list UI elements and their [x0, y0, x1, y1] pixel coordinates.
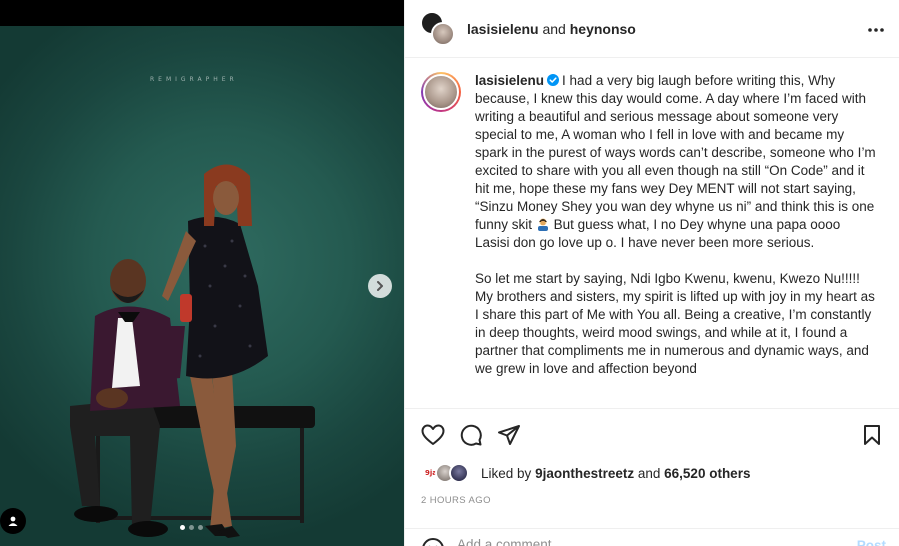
comment-composer: Post [405, 528, 899, 546]
username-link[interactable]: lasisielenu [467, 21, 539, 37]
more-horizontal-icon [868, 28, 884, 32]
tagged-users-button[interactable] [0, 508, 26, 534]
comment-button[interactable] [457, 421, 485, 449]
post-comment-button[interactable]: Post [857, 538, 886, 546]
photographer-watermark: REMIGRAPHER [150, 76, 238, 83]
author-avatar[interactable] [421, 72, 461, 112]
avatar [431, 21, 455, 46]
comment-input[interactable] [457, 537, 837, 546]
collab-avatars[interactable] [421, 11, 455, 46]
carousel-dot [189, 525, 194, 530]
post-photo[interactable]: REMIGRAPHER [0, 26, 404, 546]
bookmark-icon [864, 424, 880, 445]
user-icon [8, 516, 18, 526]
post-timestamp[interactable]: 2 HOURS AGO [421, 495, 491, 506]
comment-icon [460, 424, 482, 446]
emoji-picker-icon[interactable] [421, 537, 445, 546]
collab-usernames: lasisielenu and heynonso [467, 21, 636, 37]
chevron-right-icon [377, 281, 383, 291]
person-facepalming-emoji-icon [537, 218, 548, 231]
carousel-next-button[interactable] [368, 274, 392, 298]
username-link[interactable]: heynonso [570, 21, 636, 37]
likes-prefix: Liked by [481, 465, 532, 481]
more-options-button[interactable] [867, 20, 885, 38]
heart-icon [421, 424, 445, 445]
avatar [449, 463, 469, 483]
verified-badge-icon [547, 74, 560, 86]
post-actions-bar [405, 408, 899, 460]
carousel-dot [198, 525, 203, 530]
caption-paragraph: I had a very big laugh before writing th… [475, 73, 876, 232]
share-icon [498, 424, 520, 445]
liker-username-link[interactable]: 9jaonthestreetz [535, 466, 634, 481]
liker-avatars: 9ja [421, 462, 479, 484]
conjunction-text: and [542, 20, 566, 37]
caption-username[interactable]: lasisielenu [475, 73, 544, 88]
carousel-indicators [180, 525, 203, 530]
likes-summary: 9ja Liked by 9jaonthestreetz and 66,520 … [421, 462, 750, 484]
post-media-pane: REMIGRAPHER [0, 0, 404, 546]
carousel-dot [180, 525, 185, 530]
share-button[interactable] [495, 421, 523, 449]
likes-others-link[interactable]: 66,520 others [664, 466, 750, 481]
caption-text: lasisielenu I had a very big laugh before… [475, 72, 878, 408]
post-details-pane: lasisielenu and heynonso lasisielenu I ha… [404, 0, 899, 546]
caption-paragraph: So let me start by saying, Ndi Igbo Kwen… [475, 271, 875, 376]
like-button[interactable] [419, 421, 447, 449]
likes-and: and [637, 465, 661, 481]
save-button[interactable] [858, 421, 886, 449]
caption-section: lasisielenu I had a very big laugh before… [405, 58, 899, 408]
post-header: lasisielenu and heynonso [405, 0, 899, 58]
photo-illustration [70, 164, 315, 538]
